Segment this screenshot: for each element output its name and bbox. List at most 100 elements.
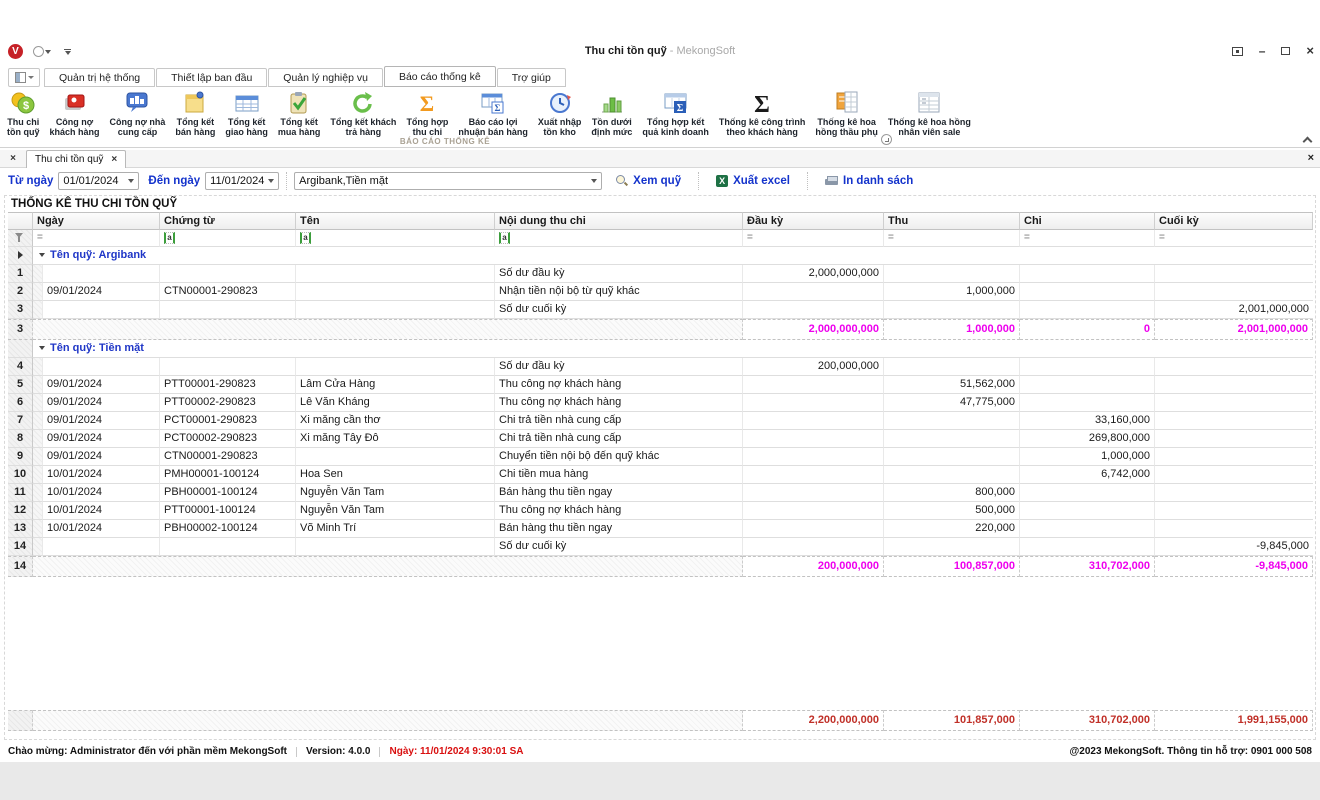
cell-close[interactable] [1155, 502, 1313, 520]
menu-tab-4[interactable]: Báo cáo thống kê [384, 66, 496, 87]
filter-cell-6[interactable]: = [884, 230, 1020, 247]
cell-date[interactable]: 09/01/2024 [43, 376, 160, 394]
view-fund-button[interactable]: Xem quỹ [616, 175, 681, 187]
cell-chi[interactable] [1020, 394, 1155, 412]
table-row[interactable]: 4Số dư đầu kỳ200,000,000 [8, 358, 1313, 376]
collapse-ribbon-icon[interactable] [1303, 137, 1312, 143]
group-header-row[interactable]: Tên quỹ: Tiền mặt [8, 340, 1313, 358]
filter-cell-2[interactable]: a [160, 230, 296, 247]
cell-date[interactable] [43, 265, 160, 283]
cell-date[interactable]: 10/01/2024 [43, 484, 160, 502]
column-header-7[interactable]: Chi [1020, 212, 1155, 230]
cell-thu[interactable] [884, 430, 1020, 448]
cell-document[interactable] [160, 301, 296, 319]
cell-chi[interactable] [1020, 376, 1155, 394]
cell-date[interactable]: 09/01/2024 [43, 394, 160, 412]
close-icon[interactable]: × [1306, 44, 1314, 58]
cell-close[interactable] [1155, 412, 1313, 430]
cell-open[interactable] [743, 430, 884, 448]
cell-open[interactable] [743, 301, 884, 319]
cell-document[interactable]: PBH00001-100124 [160, 484, 296, 502]
to-date-input[interactable]: 11/01/2024 [205, 172, 279, 190]
menu-tab-3[interactable]: Quản lý nghiệp vụ [268, 68, 383, 87]
cell-name[interactable] [296, 265, 495, 283]
cell-close[interactable] [1155, 283, 1313, 301]
ribbon-item-12[interactable]: ΣTổng hợp kết quả kinh doanh [637, 88, 714, 138]
filter-cell-4[interactable]: a [495, 230, 743, 247]
cell-open[interactable] [743, 394, 884, 412]
ribbon-item-1[interactable]: $Thu chi tồn quỹ [2, 88, 45, 138]
cell-description[interactable]: Chuyển tiền nội bộ đến quỹ khác [495, 448, 743, 466]
cell-name[interactable] [296, 538, 495, 556]
cell-thu[interactable] [884, 412, 1020, 430]
cell-name[interactable]: Nguyễn Văn Tam [296, 502, 495, 520]
column-header-8[interactable]: Cuối kỳ [1155, 212, 1313, 230]
cell-document[interactable] [160, 358, 296, 376]
cell-document[interactable]: PBH00002-100124 [160, 520, 296, 538]
cell-close[interactable]: 2,001,000,000 [1155, 301, 1313, 319]
table-row[interactable]: 1110/01/2024PBH00001-100124Nguyễn Văn Ta… [8, 484, 1313, 502]
cell-thu[interactable]: 1,000,000 [884, 283, 1020, 301]
cell-description[interactable]: Chi trả tiền nhà cung cấp [495, 430, 743, 448]
cell-document[interactable]: CTN00001-290823 [160, 448, 296, 466]
cell-open[interactable] [743, 538, 884, 556]
table-row[interactable]: 809/01/2024PCT00002-290823Xi măng Tây Đô… [8, 430, 1313, 448]
cell-close[interactable] [1155, 520, 1313, 538]
cell-name[interactable]: Lê Văn Kháng [296, 394, 495, 412]
table-row[interactable]: 3Số dư cuối kỳ2,001,000,000 [8, 301, 1313, 319]
table-row[interactable]: 1Số dư đầu kỳ2,000,000,000 [8, 265, 1313, 283]
cell-document[interactable]: PMH00001-100124 [160, 466, 296, 484]
pin-window-icon[interactable] [1232, 47, 1243, 56]
cell-thu[interactable]: 51,562,000 [884, 376, 1020, 394]
cell-open[interactable] [743, 412, 884, 430]
cell-chi[interactable] [1020, 538, 1155, 556]
cell-close[interactable] [1155, 466, 1313, 484]
ribbon-item-8[interactable]: ΣTổng hợp thu chi [401, 88, 453, 138]
cell-date[interactable]: 10/01/2024 [43, 466, 160, 484]
cell-description[interactable]: Chi trả tiền nhà cung cấp [495, 412, 743, 430]
restore-icon[interactable] [1281, 47, 1290, 55]
cell-chi[interactable]: 6,742,000 [1020, 466, 1155, 484]
ribbon-item-14[interactable]: Thống kê hoa hồng thầu phụ [810, 88, 882, 138]
cell-chi[interactable] [1020, 502, 1155, 520]
cell-date[interactable]: 09/01/2024 [43, 448, 160, 466]
column-header-4[interactable]: Nội dung thu chi [495, 212, 743, 230]
group-header-row[interactable]: Tên quỹ: Argibank [8, 247, 1313, 265]
cell-name[interactable]: Lâm Cửa Hàng [296, 376, 495, 394]
cell-name[interactable]: Xi măng Tây Đô [296, 430, 495, 448]
cell-close[interactable]: -9,845,000 [1155, 538, 1313, 556]
cell-close[interactable] [1155, 484, 1313, 502]
cell-name[interactable]: Nguyễn Văn Tam [296, 484, 495, 502]
cell-description[interactable]: Thu công nợ khách hàng [495, 376, 743, 394]
cell-thu[interactable] [884, 265, 1020, 283]
cell-date[interactable]: 10/01/2024 [43, 502, 160, 520]
cell-open[interactable] [743, 283, 884, 301]
cell-open[interactable]: 2,000,000,000 [743, 265, 884, 283]
cell-open[interactable] [743, 484, 884, 502]
table-row[interactable]: 1010/01/2024PMH00001-100124Hoa SenChi ti… [8, 466, 1313, 484]
cell-document[interactable]: PCT00001-290823 [160, 412, 296, 430]
print-list-button[interactable]: In danh sách [825, 175, 913, 187]
cell-description[interactable]: Chi tiền mua hàng [495, 466, 743, 484]
cell-open[interactable] [743, 376, 884, 394]
table-row[interactable]: 14Số dư cuối kỳ-9,845,000 [8, 538, 1313, 556]
cell-open[interactable] [743, 502, 884, 520]
column-header-3[interactable]: Tên [296, 212, 495, 230]
table-row[interactable]: 1210/01/2024PTT00001-100124Nguyễn Văn Ta… [8, 502, 1313, 520]
ribbon-item-2[interactable]: Công nợ khách hàng [45, 88, 105, 138]
cell-document[interactable] [160, 538, 296, 556]
cell-name[interactable] [296, 283, 495, 301]
fund-select[interactable]: Argibank,Tiền mặt [294, 172, 602, 190]
filter-cell-8[interactable]: = [1155, 230, 1313, 247]
cell-close[interactable] [1155, 265, 1313, 283]
cell-open[interactable] [743, 466, 884, 484]
cell-thu[interactable] [884, 448, 1020, 466]
filter-cell-7[interactable]: = [1020, 230, 1155, 247]
cell-date[interactable] [43, 358, 160, 376]
table-row[interactable]: 509/01/2024PTT00001-290823Lâm Cửa HàngTh… [8, 376, 1313, 394]
ribbon-item-15[interactable]: Thống kê hoa hồng nhân viên sale [883, 88, 976, 138]
menu-tab-2[interactable]: Thiết lập ban đầu [156, 68, 267, 87]
cell-date[interactable]: 09/01/2024 [43, 430, 160, 448]
cell-chi[interactable] [1020, 265, 1155, 283]
ribbon-item-13[interactable]: ΣThống kê công trình theo khách hàng [714, 88, 811, 138]
